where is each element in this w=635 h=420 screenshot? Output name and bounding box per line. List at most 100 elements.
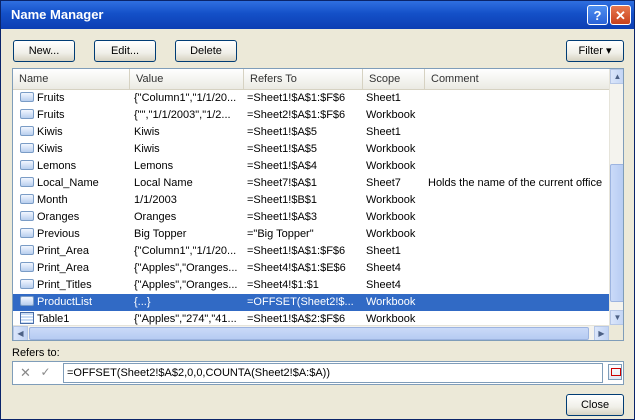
scope-cell: Sheet1: [366, 124, 426, 141]
vertical-scrollbar[interactable]: ▲ ▼: [609, 69, 623, 325]
value-cell: Lemons: [134, 158, 244, 175]
scope-cell: Sheet1: [366, 90, 426, 107]
value-cell-text: {"Apples","Oranges...: [134, 279, 238, 291]
table-row[interactable]: Local_Name Local Name =Sheet7!$A$1 Sheet7 Ho…: [13, 175, 609, 192]
scope-cell-text: Sheet1: [366, 245, 401, 257]
value-cell: {"Column1","1/1/20...: [134, 90, 244, 107]
named-range-icon: [20, 262, 34, 273]
named-range-icon: [20, 245, 34, 256]
column-header-comment[interactable]: Comment: [425, 69, 609, 89]
table-row[interactable]: Previous Big Topper ="Big Topper" Workbook: [13, 226, 609, 243]
horizontal-scrollbar[interactable]: ◀ ▶: [13, 325, 609, 340]
name-cell-text: Kiwis: [37, 126, 63, 138]
name-cell: Print_Area: [20, 243, 130, 260]
name-cell-text: Previous: [37, 228, 80, 240]
cancel-x-icon[interactable]: ✕: [17, 364, 34, 381]
name-cell-text: Print_Area: [37, 262, 89, 274]
table-row[interactable]: Oranges Oranges =Sheet1!$A$3 Workbook: [13, 209, 609, 226]
close-window-button[interactable]: ✕: [610, 5, 631, 25]
table-row[interactable]: ProductList {...} =OFFSET(Sheet2!$... Workb…: [13, 294, 609, 311]
scroll-left-icon[interactable]: ◀: [13, 326, 28, 340]
delete-button[interactable]: Delete: [175, 40, 237, 62]
horizontal-scroll-thumb[interactable]: [29, 327, 589, 340]
table-row[interactable]: Fruits {"Column1","1/1/20... =Sheet1!$A$1:…: [13, 90, 609, 107]
column-header-value[interactable]: Value: [130, 69, 244, 89]
named-range-icon: [20, 92, 34, 103]
scope-cell-text: Workbook: [366, 143, 416, 155]
table-row[interactable]: Print_Area {"Column1","1/1/20... =Sheet1!$…: [13, 243, 609, 260]
scope-cell: Workbook: [366, 192, 426, 209]
refers-to-cell: =Sheet7!$A$1: [247, 175, 365, 192]
scope-cell-text: Workbook: [366, 296, 416, 308]
name-cell-text: Fruits: [37, 109, 65, 121]
named-range-icon: [20, 279, 34, 290]
value-cell-text: {"Apples","Oranges...: [134, 262, 238, 274]
name-cell-text: Print_Titles: [37, 279, 92, 291]
scope-cell: Sheet7: [366, 175, 426, 192]
comment-cell: [428, 158, 609, 175]
value-cell: Local Name: [134, 175, 244, 192]
comment-cell: [428, 277, 609, 294]
named-range-icon: [20, 109, 34, 120]
new-button[interactable]: New...: [13, 40, 75, 62]
scope-cell-text: Sheet1: [366, 126, 401, 138]
table-row[interactable]: Fruits {"","1/1/2003","1/2... =Sheet2!$A$1…: [13, 107, 609, 124]
name-cell-text: Oranges: [37, 211, 80, 223]
table-icon: [20, 312, 34, 325]
table-row[interactable]: Month 1/1/2003 =Sheet1!$B$1 Workbook: [13, 192, 609, 209]
refers-to-cell: =Sheet1!$A$3: [247, 209, 365, 226]
value-cell-text: {"","1/1/2003","1/2...: [134, 109, 231, 121]
column-header-refers-to[interactable]: Refers To: [244, 69, 363, 89]
named-range-icon: [20, 143, 34, 154]
names-list[interactable]: Name Value Refers To Scope Comment Fruit…: [12, 68, 624, 341]
named-range-icon: [20, 211, 34, 222]
comment-cell: [428, 294, 609, 311]
edit-button[interactable]: Edit...: [94, 40, 156, 62]
name-cell-text: Local_Name: [37, 177, 99, 189]
comment-cell: Holds the name of the current office: [428, 175, 609, 192]
value-cell-text: Oranges: [134, 211, 177, 223]
comment-cell: [428, 192, 609, 209]
refers-to-cell-text: ="Big Topper": [247, 228, 314, 240]
scroll-corner: [609, 325, 623, 340]
comment-cell: [428, 90, 609, 107]
value-cell: Kiwis: [134, 124, 244, 141]
refers-to-cell-text: =Sheet1!$A$1:$F$6: [247, 92, 346, 104]
name-cell-text: Lemons: [37, 160, 77, 172]
scope-cell: Sheet4: [366, 260, 426, 277]
name-cell: Lemons: [20, 158, 130, 175]
table-row[interactable]: Lemons Lemons =Sheet1!$A$4 Workbook: [13, 158, 609, 175]
refers-to-cell: =Sheet2!$A$1:$F$6: [247, 107, 365, 124]
scope-cell: Workbook: [366, 158, 426, 175]
table-row[interactable]: Kiwis Kiwis =Sheet1!$A$5 Sheet1: [13, 124, 609, 141]
value-cell-text: 1/1/2003: [134, 194, 177, 206]
refers-to-input[interactable]: [63, 363, 603, 383]
refers-to-cell-text: =Sheet1!$A$1:$F$6: [247, 245, 346, 257]
table-row[interactable]: Kiwis Kiwis =Sheet1!$A$5 Workbook: [13, 141, 609, 158]
title-bar[interactable]: Name Manager ? ✕: [1, 1, 634, 29]
scope-cell: Sheet1: [366, 243, 426, 260]
table-row[interactable]: Print_Area {"Apples","Oranges... =Sheet4!$…: [13, 260, 609, 277]
vertical-scroll-thumb[interactable]: [610, 164, 623, 302]
help-button[interactable]: ?: [587, 5, 608, 25]
scroll-down-icon[interactable]: ▼: [610, 310, 623, 325]
table-row[interactable]: Print_Titles {"Apples","Oranges... =Sheet4…: [13, 277, 609, 294]
scroll-right-icon[interactable]: ▶: [594, 326, 609, 340]
column-header-scope[interactable]: Scope: [363, 69, 425, 89]
value-cell: {"","1/1/2003","1/2...: [134, 107, 244, 124]
close-button[interactable]: Close: [566, 394, 624, 416]
filter-button[interactable]: Filter ▾: [566, 40, 624, 62]
collapse-dialog-icon[interactable]: [608, 364, 622, 380]
refers-to-cell: =Sheet4!$1:$1: [247, 277, 365, 294]
name-cell-text: Kiwis: [37, 143, 63, 155]
value-cell: 1/1/2003: [134, 192, 244, 209]
scroll-up-icon[interactable]: ▲: [610, 69, 623, 84]
checkmark-icon[interactable]: ✓: [37, 364, 54, 381]
name-cell: Fruits: [20, 107, 130, 124]
name-cell: Print_Area: [20, 260, 130, 277]
name-cell-text: ProductList: [37, 296, 93, 308]
refers-to-cell: =Sheet1!$A$5: [247, 141, 365, 158]
value-cell-text: Kiwis: [134, 126, 160, 138]
column-header-name[interactable]: Name: [13, 69, 130, 89]
scope-cell-text: Workbook: [366, 211, 416, 223]
